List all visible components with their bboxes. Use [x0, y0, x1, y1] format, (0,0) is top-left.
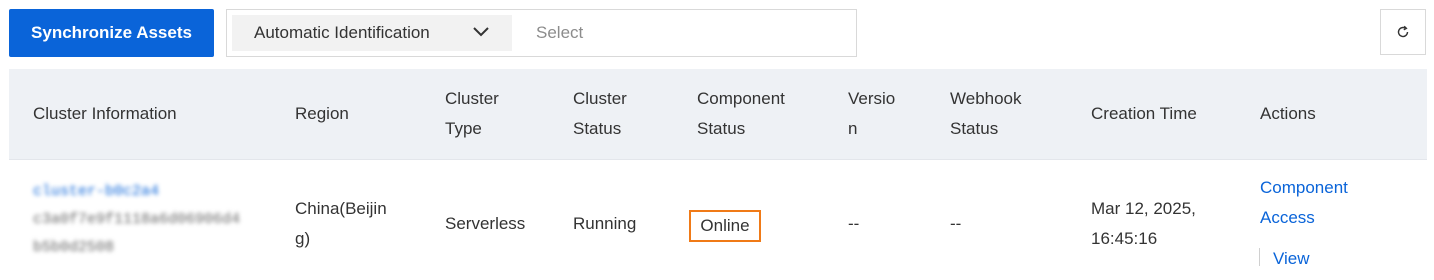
cluster-id: c3a0f7e9f1118a6d06906d4: [33, 211, 241, 228]
identification-select-value: Automatic Identification: [254, 23, 430, 42]
version-cell: --: [848, 214, 860, 233]
cluster-id-cont: b5b0d2508: [33, 239, 115, 256]
webhook-status-cell: --: [950, 214, 962, 233]
component-status-badge: Online: [689, 210, 761, 242]
header-cluster-type: Cluster Type: [445, 89, 499, 138]
header-webhook-status: Webhook Status: [950, 89, 1022, 138]
table-header: Cluster Information Region Cluster Type C…: [9, 69, 1427, 160]
table-row: cluster-b0c2a4 c3a0f7e9f1118a6d06906d4 b…: [9, 160, 1427, 280]
header-cluster-information: Cluster Information: [33, 104, 177, 123]
cluster-type-cell: Serverless: [445, 214, 526, 233]
creation-time-cell: Mar 12, 2025, 16:45:16: [1091, 199, 1196, 248]
header-component-status: Component Status: [697, 89, 785, 138]
synchronize-assets-button[interactable]: Synchronize Assets: [9, 9, 214, 57]
refresh-icon: [1397, 25, 1409, 38]
cluster-name-link[interactable]: cluster-b0c2a4: [33, 178, 240, 206]
toolbar: Synchronize Assets Automatic Identificat…: [0, 0, 1434, 66]
view-link[interactable]: View: [1273, 244, 1310, 274]
refresh-button[interactable]: [1380, 9, 1426, 55]
header-version: Versio n: [848, 89, 896, 138]
component-access-link[interactable]: Component Access: [1260, 173, 1348, 233]
action-separator: [1259, 248, 1260, 266]
identification-select[interactable]: Automatic Identification: [232, 15, 512, 51]
header-creation-time: Creation Time: [1091, 104, 1197, 123]
search-filter-box: Automatic Identification: [226, 9, 857, 57]
search-input[interactable]: [522, 15, 842, 51]
header-region: Region: [295, 104, 349, 123]
header-cluster-status: Cluster Status: [573, 89, 627, 138]
header-actions: Actions: [1260, 104, 1316, 123]
chevron-down-icon: [473, 27, 489, 37]
region-cell: China(Beijin g): [295, 199, 387, 248]
cluster-status-cell: Running: [573, 214, 637, 233]
cluster-info-cell: cluster-b0c2a4 c3a0f7e9f1118a6d06906d4 b…: [33, 178, 240, 262]
